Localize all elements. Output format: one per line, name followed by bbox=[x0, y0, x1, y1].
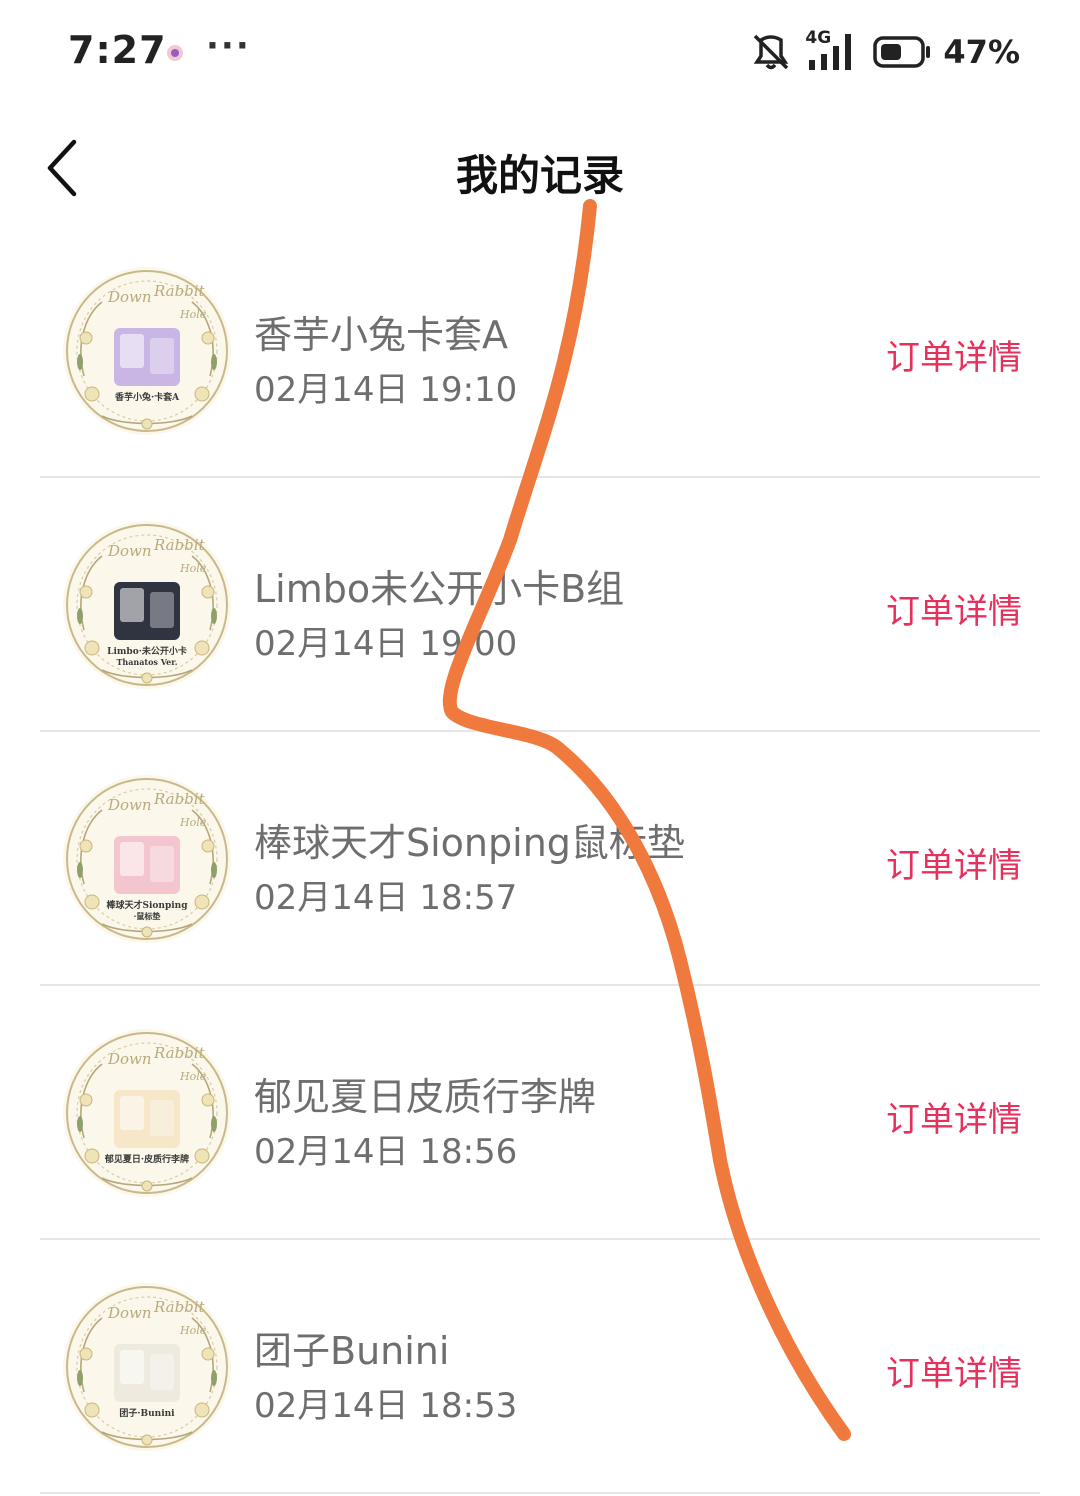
svg-text:Rabbit: Rabbit bbox=[153, 1044, 206, 1062]
signal-icon: 4G bbox=[805, 28, 861, 74]
item-time: 02月14日 19:00 bbox=[254, 624, 518, 664]
status-more-dots: ··· bbox=[206, 26, 251, 66]
thumbnail-caption: 香芋小兔·卡套A bbox=[114, 391, 180, 403]
order-details-link[interactable]: 订单详情 bbox=[886, 330, 1022, 379]
product-thumbnail: Down Rabbit Hole 团子·Bunini bbox=[63, 1283, 231, 1451]
thumbnail-subcaption: ·鼠标垫 bbox=[134, 911, 161, 921]
item-name: 团子Bunini bbox=[254, 1329, 450, 1373]
svg-text:Rabbit: Rabbit bbox=[153, 536, 206, 554]
item-time: 02月14日 19:10 bbox=[254, 370, 518, 410]
svg-text:Down: Down bbox=[107, 288, 152, 306]
order-details-link[interactable]: 订单详情 bbox=[886, 584, 1022, 633]
svg-text:Rabbit: Rabbit bbox=[153, 282, 206, 300]
battery-percent: 47% bbox=[943, 33, 1020, 71]
svg-text:Hole: Hole bbox=[179, 1070, 207, 1083]
list-item[interactable]: Down Rabbit Hole 香芋小兔·卡套A 香芋小兔卡套A 02月14日… bbox=[0, 224, 1080, 478]
order-details-link[interactable]: 订单详情 bbox=[886, 838, 1022, 887]
list-item[interactable]: Down Rabbit Hole Limbo·未公开小卡 Thanatos Ve… bbox=[0, 478, 1080, 732]
thumbnail-caption: Limbo·未公开小卡 bbox=[107, 645, 187, 657]
item-time: 02月14日 18:53 bbox=[254, 1386, 518, 1426]
status-time: 7:27 bbox=[68, 28, 167, 72]
item-time: 02月14日 18:57 bbox=[254, 878, 518, 918]
svg-text:Rabbit: Rabbit bbox=[153, 790, 206, 808]
thumbnail-caption: 郁见夏日·皮质行李牌 bbox=[104, 1153, 189, 1165]
order-details-link[interactable]: 订单详情 bbox=[886, 1092, 1022, 1141]
order-details-link[interactable]: 订单详情 bbox=[886, 1346, 1022, 1395]
item-name: 郁见夏日皮质行李牌 bbox=[254, 1075, 597, 1119]
page: 7:27 ··· 4G 47% 我的记录 Down Rabbit Hole 香芋… bbox=[0, 0, 1080, 1496]
list-item[interactable]: Down Rabbit Hole 郁见夏日·皮质行李牌 郁见夏日皮质行李牌 02… bbox=[0, 986, 1080, 1240]
record-list: Down Rabbit Hole 香芋小兔·卡套A 香芋小兔卡套A 02月14日… bbox=[0, 224, 1080, 1494]
list-item[interactable]: Down Rabbit Hole 棒球天才Sionping ·鼠标垫 棒球天才S… bbox=[0, 732, 1080, 986]
product-thumbnail: Down Rabbit Hole 棒球天才Sionping ·鼠标垫 bbox=[63, 775, 231, 943]
product-thumbnail: Down Rabbit Hole 郁见夏日·皮质行李牌 bbox=[63, 1029, 231, 1197]
svg-text:Rabbit: Rabbit bbox=[153, 1298, 206, 1316]
app-notification-icon bbox=[167, 45, 183, 61]
battery-icon bbox=[873, 36, 931, 68]
svg-text:Down: Down bbox=[107, 542, 152, 560]
list-item[interactable]: Down Rabbit Hole 团子·Bunini 团子Bunini 02月1… bbox=[0, 1240, 1080, 1494]
item-name: 香芋小兔卡套A bbox=[254, 313, 508, 357]
svg-text:Down: Down bbox=[107, 796, 152, 814]
status-bar: 7:27 ··· 4G 47% bbox=[0, 0, 1080, 100]
thumbnail-caption: 棒球天才Sionping bbox=[106, 899, 188, 911]
item-name: Limbo未公开小卡B组 bbox=[254, 567, 625, 611]
thumbnail-subcaption: Thanatos Ver. bbox=[116, 657, 177, 667]
mute-icon bbox=[754, 34, 789, 70]
divider bbox=[40, 1492, 1040, 1494]
product-thumbnail: Down Rabbit Hole Limbo·未公开小卡 Thanatos Ve… bbox=[63, 521, 231, 689]
svg-text:Hole: Hole bbox=[179, 816, 207, 829]
svg-text:Down: Down bbox=[107, 1304, 152, 1322]
item-name: 棒球天才Sionping鼠标垫 bbox=[254, 821, 685, 865]
svg-text:Down: Down bbox=[107, 1050, 152, 1068]
svg-text:Hole: Hole bbox=[179, 308, 207, 321]
item-time: 02月14日 18:56 bbox=[254, 1132, 518, 1172]
status-right-group: 4G 47% bbox=[749, 28, 1020, 74]
product-thumbnail: Down Rabbit Hole 香芋小兔·卡套A bbox=[63, 267, 231, 435]
page-title: 我的记录 bbox=[455, 151, 624, 200]
svg-text:Hole: Hole bbox=[179, 562, 207, 575]
thumbnail-caption: 团子·Bunini bbox=[119, 1408, 175, 1419]
svg-text:Hole: Hole bbox=[179, 1324, 207, 1337]
nav-bar: 我的记录 bbox=[0, 118, 1080, 218]
